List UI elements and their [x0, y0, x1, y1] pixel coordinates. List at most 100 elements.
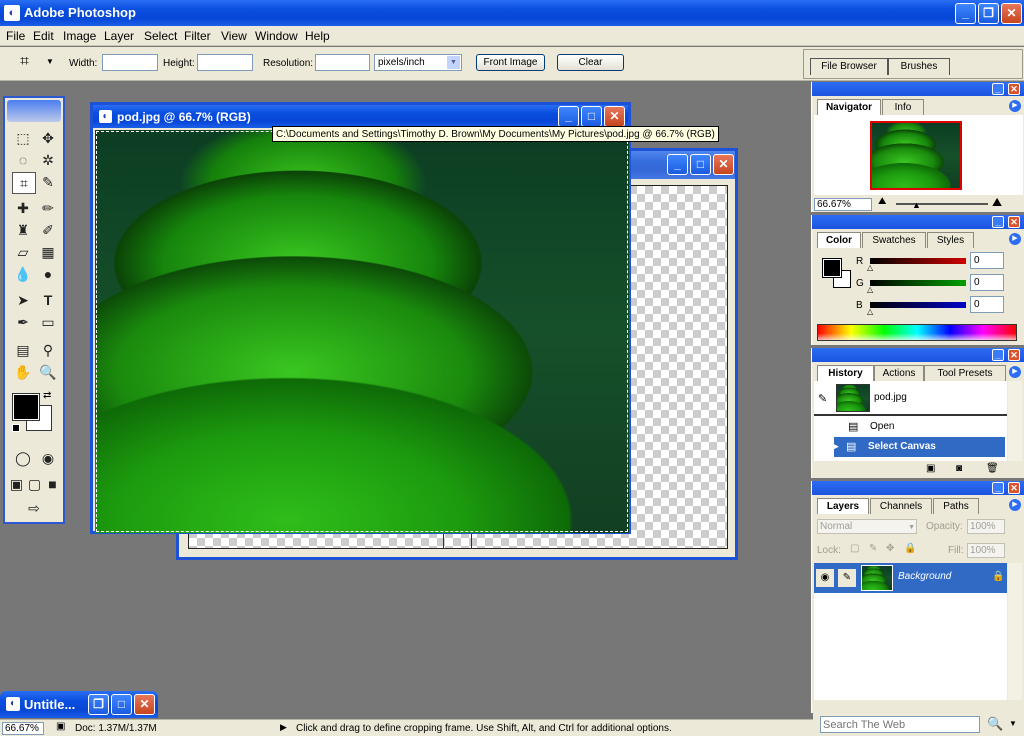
tab-navigator[interactable]: Navigator: [817, 99, 881, 115]
tab-swatches[interactable]: Swatches: [862, 232, 926, 248]
zoom-out-icon[interactable]: ⛰: [878, 196, 886, 207]
layer-visibility-eye-icon[interactable]: ◉: [816, 569, 834, 587]
well-tab-brushes[interactable]: Brushes: [888, 58, 950, 75]
layer-brush-icon[interactable]: ✎: [838, 569, 856, 587]
green-slider-thumb-icon[interactable]: △: [867, 285, 873, 294]
tab-actions[interactable]: Actions: [874, 365, 924, 381]
eraser-tool-icon[interactable]: ▱: [12, 242, 34, 262]
document-window[interactable]: ◐ pod.jpg @ 66.7% (RGB) _ □ ✕: [90, 102, 631, 534]
clear-button[interactable]: Clear: [557, 54, 624, 71]
untitled-maximize-button[interactable]: □: [690, 154, 711, 175]
zoom-in-icon[interactable]: ⛰: [992, 195, 1002, 210]
palette-menu-arrow-icon[interactable]: ▶: [1009, 366, 1021, 378]
well-tab-file-browser[interactable]: File Browser: [810, 58, 888, 75]
app-minimize-button[interactable]: _: [955, 3, 976, 24]
status-zoom-value[interactable]: 66.67%: [2, 722, 44, 735]
tool-preset-arrow-icon[interactable]: ▼: [46, 57, 54, 66]
foreground-color-swatch[interactable]: [12, 393, 40, 421]
app-restore-button[interactable]: ❐: [978, 3, 999, 24]
minimized-maximize-button[interactable]: □: [111, 694, 132, 715]
opacity-input[interactable]: 100%: [967, 519, 1005, 534]
height-input[interactable]: [197, 54, 253, 71]
color-minimize-button[interactable]: _: [992, 216, 1004, 228]
navigator-thumbnail[interactable]: [870, 121, 962, 190]
menu-help[interactable]: Help: [305, 29, 330, 43]
minimized-restore-button[interactable]: ❐: [88, 694, 109, 715]
status-menu-arrow-icon[interactable]: ▶: [280, 722, 287, 733]
tab-history[interactable]: History: [817, 365, 874, 381]
hand-tool-icon[interactable]: ✋: [12, 362, 34, 382]
default-colors-icon[interactable]: [12, 424, 20, 432]
slice-tool-icon[interactable]: ✎: [37, 172, 59, 192]
layers-close-button[interactable]: ✕: [1008, 482, 1020, 494]
palette-menu-arrow-icon[interactable]: ▶: [1009, 233, 1021, 245]
zoom-tool-icon[interactable]: 🔍: [37, 362, 59, 382]
palette-menu-arrow-icon[interactable]: ▶: [1009, 499, 1021, 511]
red-value-input[interactable]: 0: [970, 252, 1004, 269]
history-brush-source-icon[interactable]: ✎: [818, 392, 827, 405]
color-spectrum-bar[interactable]: [817, 324, 1017, 341]
menu-view[interactable]: View: [221, 29, 247, 43]
lock-all-icon[interactable]: 🔒: [904, 543, 916, 554]
crop-tool-icon[interactable]: ⌗: [20, 53, 29, 71]
history-step-selected[interactable]: ▶ ▤ Select Canvas: [832, 437, 1005, 457]
resolution-units-select[interactable]: pixels/inch ▼: [374, 54, 462, 71]
palette-menu-arrow-icon[interactable]: ▶: [1009, 100, 1021, 112]
document-title-bar[interactable]: ◐ pod.jpg @ 66.7% (RGB): [93, 105, 628, 128]
tab-color[interactable]: Color: [817, 232, 861, 248]
menu-layer[interactable]: Layer: [104, 29, 134, 43]
screen-mode-standard-icon[interactable]: ▣: [8, 474, 25, 494]
dodge-tool-icon[interactable]: ●: [37, 264, 59, 284]
standard-mode-icon[interactable]: ◯: [12, 448, 34, 468]
untitled-close-button[interactable]: ✕: [713, 154, 734, 175]
document-maximize-button[interactable]: □: [581, 106, 602, 127]
blur-tool-icon[interactable]: 💧: [12, 264, 34, 284]
healing-brush-tool-icon[interactable]: ✚: [12, 198, 34, 218]
color-close-button[interactable]: ✕: [1008, 216, 1020, 228]
navigator-minimize-button[interactable]: _: [992, 83, 1004, 95]
width-input[interactable]: [102, 54, 158, 71]
lasso-tool-icon[interactable]: ◌: [12, 150, 34, 170]
shape-tool-icon[interactable]: ▭: [37, 312, 59, 332]
layers-minimize-button[interactable]: _: [992, 482, 1004, 494]
resolution-input[interactable]: [315, 54, 370, 71]
new-document-from-state-icon[interactable]: ▣: [926, 463, 935, 474]
untitled-minimize-button[interactable]: _: [667, 154, 688, 175]
fill-input[interactable]: 100%: [967, 543, 1005, 558]
blue-slider-thumb-icon[interactable]: △: [867, 307, 873, 316]
navigator-close-button[interactable]: ✕: [1008, 83, 1020, 95]
document-close-button[interactable]: ✕: [604, 106, 625, 127]
blue-channel-slider[interactable]: [870, 302, 966, 308]
layer-row-background[interactable]: ◉ ✎ Background 🔒: [814, 563, 1007, 593]
navigator-zoom-value[interactable]: 66.67%: [814, 198, 872, 211]
history-scrollbar[interactable]: [1008, 381, 1022, 461]
lock-position-icon[interactable]: ✥: [886, 543, 894, 554]
tab-layers[interactable]: Layers: [817, 498, 869, 514]
green-value-input[interactable]: 0: [970, 274, 1004, 291]
delete-state-icon[interactable]: 🗑: [986, 463, 999, 474]
search-dropdown-arrow-icon[interactable]: ▼: [1009, 719, 1017, 728]
history-step[interactable]: ▤ Open: [814, 417, 1007, 437]
type-tool-icon[interactable]: T: [37, 290, 59, 310]
lock-transparency-icon[interactable]: ▢: [850, 543, 859, 554]
menu-file[interactable]: File: [6, 29, 25, 43]
path-selection-tool-icon[interactable]: ➤: [12, 290, 34, 310]
layers-scrollbar[interactable]: [1008, 563, 1022, 700]
screen-mode-full-icon[interactable]: ■: [44, 474, 61, 494]
marquee-tool-icon[interactable]: ⬚: [12, 128, 34, 148]
lock-image-icon[interactable]: ✎: [869, 543, 877, 554]
magic-wand-tool-icon[interactable]: ✲: [37, 150, 59, 170]
red-channel-slider[interactable]: [870, 258, 966, 264]
notes-tool-icon[interactable]: ▤: [12, 340, 34, 360]
blend-mode-select[interactable]: Normal ▼: [817, 519, 917, 534]
menu-image[interactable]: Image: [63, 29, 96, 43]
history-close-button[interactable]: ✕: [1008, 349, 1020, 361]
gradient-tool-icon[interactable]: ▦: [37, 242, 59, 262]
navigator-zoom-slider[interactable]: [896, 203, 988, 205]
pod-image-canvas[interactable]: [95, 130, 629, 533]
app-close-button[interactable]: ✕: [1001, 3, 1022, 24]
new-snapshot-icon[interactable]: ◙: [956, 463, 962, 474]
front-image-button[interactable]: Front Image: [476, 54, 545, 71]
minimized-close-button[interactable]: ✕: [134, 694, 155, 715]
navigator-zoom-slider-thumb[interactable]: ▲: [912, 200, 921, 210]
